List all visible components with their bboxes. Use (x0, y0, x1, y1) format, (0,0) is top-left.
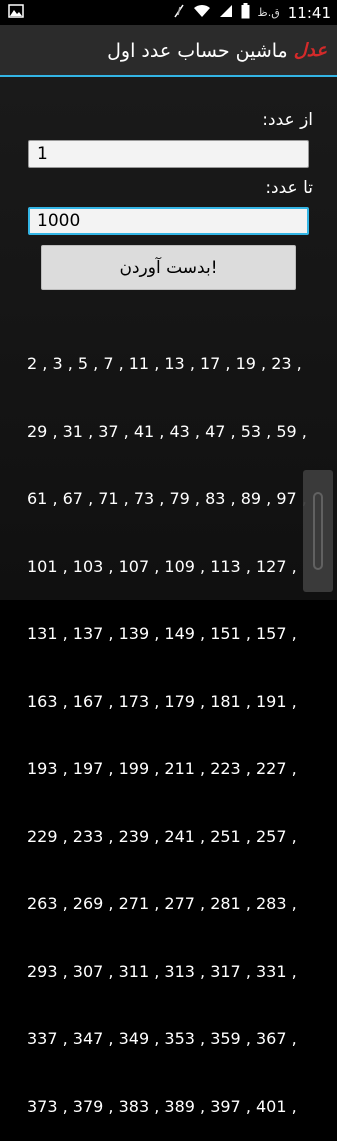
result-line: 131 , 137 , 139 , 149 , 151 , 157 , (27, 624, 297, 643)
result-line: 337 , 347 , 349 , 353 , 359 , 367 , (27, 1029, 297, 1048)
signal-off-icon (173, 3, 185, 22)
app-logo: عدل (293, 40, 327, 61)
wifi-icon (193, 4, 211, 21)
to-label: تا عدد: (265, 178, 313, 198)
result-line: 229 , 233 , 239 , 241 , 251 , 257 , (27, 826, 297, 846)
result-line: 163 , 167 , 173 , 179 , 181 , 191 , (27, 691, 297, 711)
result-line: 61 , 67 , 71 , 73 , 79 , 83 , 89 , 97 , (27, 489, 307, 508)
clock-time: 11:41 (287, 3, 331, 22)
result-line: 373 , 379 , 383 , 389 , 397 , 401 , (27, 1096, 297, 1116)
from-number-input[interactable]: 1 (28, 140, 309, 168)
calculate-button[interactable]: بدست آوردن! (41, 245, 296, 290)
result-line: 263 , 269 , 271 , 277 , 281 , 283 , (27, 894, 297, 913)
image-icon (8, 3, 24, 22)
result-line: 293 , 307 , 311 , 313 , 317 , 331 , (27, 961, 297, 981)
app-title: ماشین حساب عدد اول (107, 39, 288, 62)
prime-results-list: 2 , 3 , 5 , 7 , 11 , 13 , 17 , 19 , 23 ,… (27, 308, 313, 1141)
result-line: 29 , 31 , 37 , 41 , 43 , 47 , 53 , 59 , (27, 421, 307, 441)
app-bar: ماشین حساب عدد اول عدل (0, 25, 337, 76)
clock-ampm: ق.ظ (257, 6, 280, 19)
battery-icon (241, 3, 250, 22)
to-number-input[interactable]: 1000 (28, 207, 309, 235)
fast-scroll-handle[interactable] (303, 470, 333, 592)
result-line: 193 , 197 , 199 , 211 , 223 , 227 , (27, 759, 297, 778)
result-line: 2 , 3 , 5 , 7 , 11 , 13 , 17 , 19 , 23 , (27, 354, 302, 373)
cell-signal-icon (219, 4, 233, 21)
status-bar: ق.ظ 11:41 (0, 0, 337, 25)
from-label: از عدد: (262, 110, 313, 130)
result-line: 101 , 103 , 107 , 109 , 113 , 127 , (27, 556, 297, 576)
